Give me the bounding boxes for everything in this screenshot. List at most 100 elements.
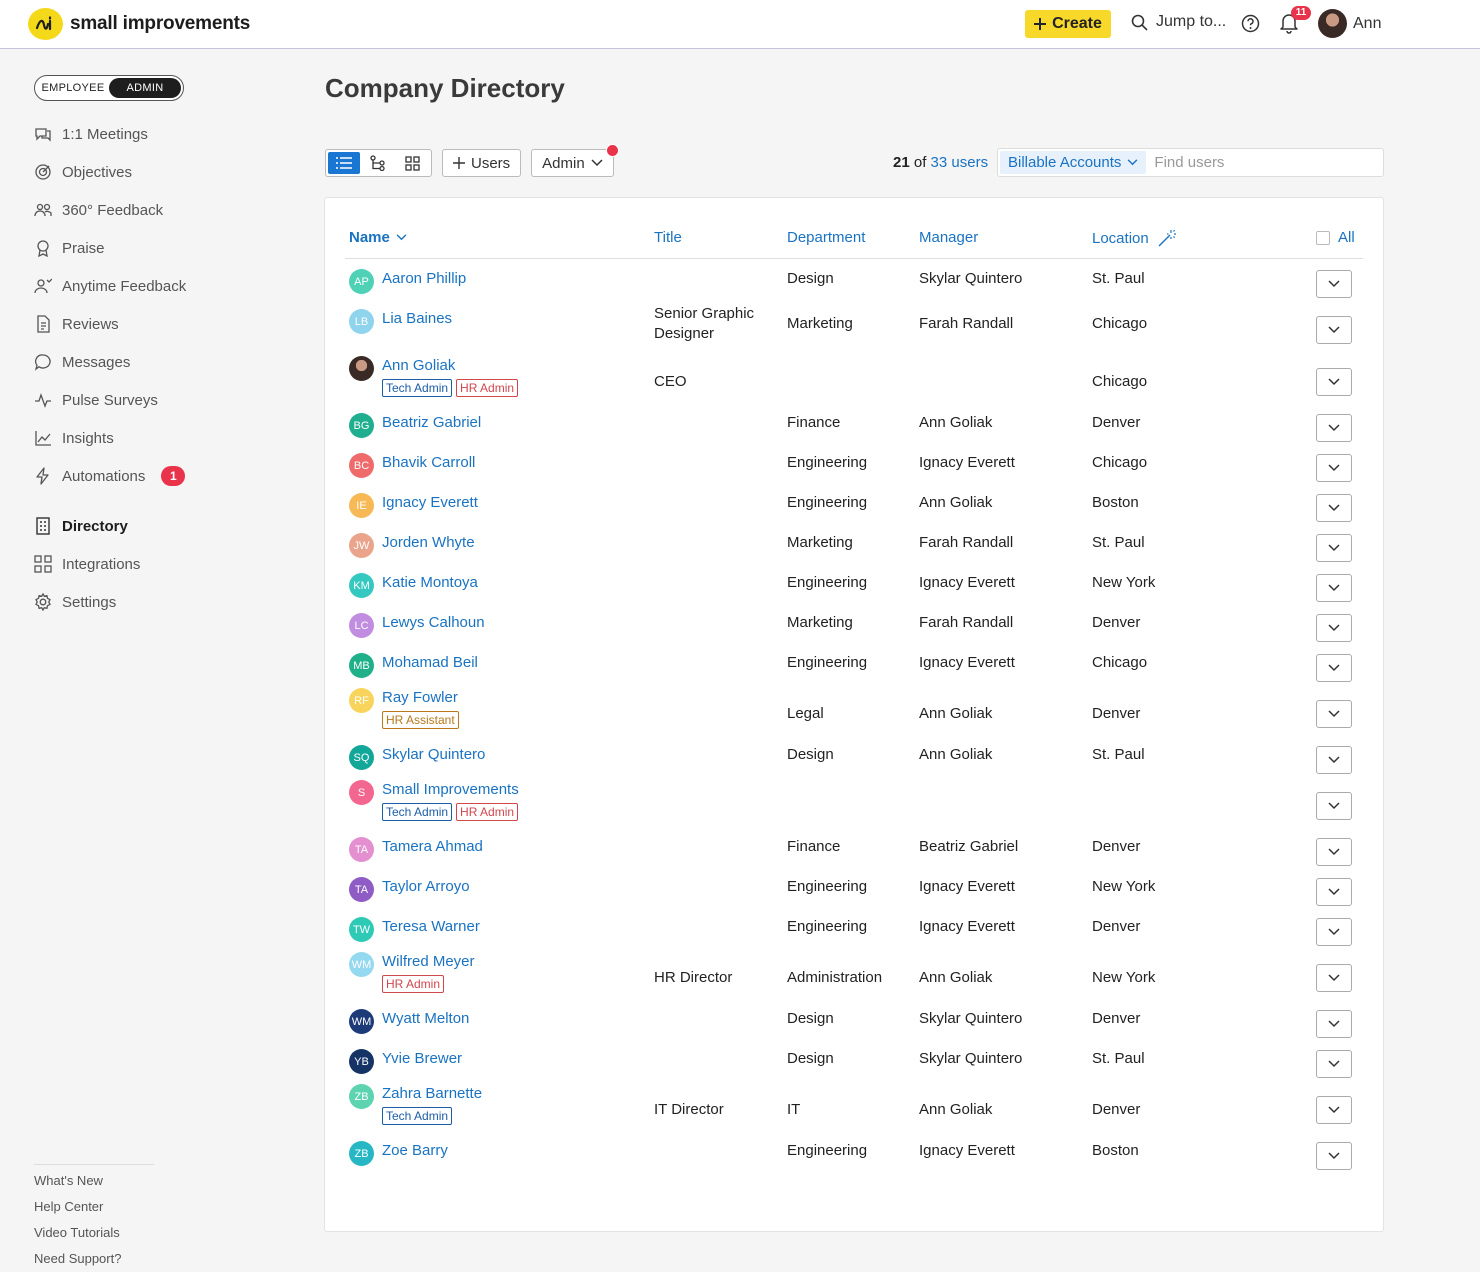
user-name-link[interactable]: Katie Montoya	[382, 573, 478, 593]
sidebar-item-360-feedback[interactable]: 360° Feedback	[34, 191, 186, 229]
department-cell: Engineering	[787, 654, 868, 671]
user-name-link[interactable]: Yvie Brewer	[382, 1049, 462, 1069]
help-center-link[interactable]: Help Center	[34, 1197, 154, 1223]
row-actions-button[interactable]	[1316, 494, 1352, 522]
row-actions-button[interactable]	[1316, 574, 1352, 602]
sidebar-item-1-1-meetings[interactable]: 1:1 Meetings	[34, 115, 186, 153]
row-actions-button[interactable]	[1316, 1010, 1352, 1038]
user-name-link[interactable]: Zahra Barnette	[382, 1084, 482, 1104]
user-name-link[interactable]: Bhavik Carroll	[382, 453, 475, 473]
row-actions-button[interactable]	[1316, 878, 1352, 906]
billable-accounts-filter[interactable]: Billable Accounts	[1000, 151, 1147, 174]
row-actions-button[interactable]	[1316, 414, 1352, 442]
need-support-link[interactable]: Need Support?	[34, 1249, 154, 1272]
magic-wand-icon[interactable]	[1157, 229, 1177, 247]
row-actions-button[interactable]	[1316, 654, 1352, 682]
sidebar-item-label: Messages	[62, 353, 131, 371]
jump-to-search[interactable]: Jump to...	[1131, 13, 1226, 31]
list-view-button[interactable]	[328, 152, 361, 174]
mode-admin[interactable]: ADMIN	[109, 78, 181, 98]
row-actions-button[interactable]	[1316, 368, 1352, 396]
row-actions-button[interactable]	[1316, 792, 1352, 820]
column-location-label: Location	[1092, 229, 1149, 247]
sidebar-item-directory[interactable]: Directory	[34, 507, 186, 545]
row-actions-button[interactable]	[1316, 534, 1352, 562]
table-row: JW Jorden Whyte Marketing Farah Randall St. …	[345, 528, 1363, 568]
row-actions-button[interactable]	[1316, 316, 1352, 344]
row-actions-button[interactable]	[1316, 964, 1352, 992]
chevron-down-icon	[1328, 888, 1340, 896]
row-actions-button[interactable]	[1316, 1142, 1352, 1170]
manager-cell: Ann Goliak	[919, 414, 993, 431]
sidebar-item-settings[interactable]: Settings	[34, 583, 186, 621]
sidebar-item-anytime-feedback[interactable]: Anytime Feedback	[34, 267, 186, 305]
user-name-link[interactable]: Tamera Ahmad	[382, 837, 483, 857]
grid-view-button[interactable]	[397, 152, 429, 174]
user-name-link[interactable]: Small Improvements	[382, 780, 519, 800]
sidebar-item-objectives[interactable]: Objectives	[34, 153, 186, 191]
row-actions-button[interactable]	[1316, 918, 1352, 946]
user-name-link[interactable]: Ray Fowler	[382, 688, 459, 708]
column-location[interactable]: Location	[1092, 229, 1177, 247]
mode-employee[interactable]: EMPLOYEE	[37, 78, 109, 98]
user-name-link[interactable]: Taylor Arroyo	[382, 877, 470, 897]
sidebar-item-pulse-surveys[interactable]: Pulse Surveys	[34, 381, 186, 419]
user-avatar	[1318, 9, 1347, 38]
sidebar-item-label: Integrations	[62, 555, 141, 573]
sidebar-item-integrations[interactable]: Integrations	[34, 545, 186, 583]
column-title[interactable]: Title	[654, 229, 682, 246]
sidebar-item-insights[interactable]: Insights	[34, 419, 186, 457]
sidebar-item-praise[interactable]: Praise	[34, 229, 186, 267]
sidebar-item-automations[interactable]: Automations 1	[34, 457, 186, 495]
location-cell: Chicago	[1092, 454, 1148, 471]
app-logo[interactable]: small improvements	[28, 8, 250, 40]
user-name-link[interactable]: Lia Baines	[382, 309, 452, 329]
user-name-link[interactable]: Jorden Whyte	[382, 533, 475, 553]
user-name-link[interactable]: Wilfred Meyer	[382, 952, 475, 972]
help-icon[interactable]	[1241, 14, 1260, 33]
create-button[interactable]: Create	[1025, 10, 1111, 38]
column-department[interactable]: Department	[787, 229, 865, 246]
chevron-down-icon	[591, 159, 603, 167]
table-row: SQ Skylar Quintero Design Ann Goliak St. Pau…	[345, 740, 1363, 780]
user-count-total-link[interactable]: 33 users	[931, 154, 989, 171]
user-name-link[interactable]: Zoe Barry	[382, 1141, 448, 1161]
whats-new-link[interactable]: What's New	[34, 1171, 154, 1197]
feedback-360-icon	[34, 201, 52, 219]
user-name-link[interactable]: Teresa Warner	[382, 917, 480, 937]
org-chart-view-button[interactable]	[362, 152, 394, 174]
row-actions-button[interactable]	[1316, 454, 1352, 482]
sidebar-item-reviews[interactable]: Reviews	[34, 305, 186, 343]
column-name-label: Name	[349, 229, 390, 246]
user-name-link[interactable]: Skylar Quintero	[382, 745, 485, 765]
user-name-link[interactable]: Aaron Phillip	[382, 269, 466, 289]
row-actions-button[interactable]	[1316, 746, 1352, 774]
column-name[interactable]: Name	[349, 229, 407, 246]
select-all-checkbox[interactable]	[1316, 230, 1330, 245]
sidebar-item-messages[interactable]: Messages	[34, 343, 186, 381]
row-actions-button[interactable]	[1316, 1050, 1352, 1078]
admin-actions-dropdown[interactable]: Admin	[531, 144, 619, 177]
user-name-link[interactable]: Beatriz Gabriel	[382, 413, 481, 433]
column-manager[interactable]: Manager	[919, 229, 978, 246]
video-tutorials-link[interactable]: Video Tutorials	[34, 1223, 154, 1249]
select-all[interactable]: All	[1316, 229, 1355, 246]
row-actions-button[interactable]	[1316, 700, 1352, 728]
manager-cell: Ignacy Everett	[919, 878, 1015, 895]
row-actions-button[interactable]	[1316, 614, 1352, 642]
user-name-link[interactable]: Wyatt Melton	[382, 1009, 469, 1029]
user-name-link[interactable]: Ann Goliak	[382, 356, 518, 376]
add-users-button[interactable]: Users	[442, 149, 522, 177]
row-actions-button[interactable]	[1316, 1096, 1352, 1124]
user-menu[interactable]: Ann	[1318, 9, 1381, 38]
user-name-link[interactable]: Ignacy Everett	[382, 493, 478, 513]
employee-admin-toggle[interactable]: EMPLOYEE ADMIN	[34, 75, 184, 101]
chevron-down-icon	[1328, 756, 1340, 764]
row-actions-button[interactable]	[1316, 270, 1352, 298]
role-badges: Tech Admin HR Admin	[382, 803, 519, 821]
user-name-link[interactable]: Lewys Calhoun	[382, 613, 485, 633]
user-name-link[interactable]: Mohamad Beil	[382, 653, 478, 673]
table-row: KM Katie Montoya Engineering Ignacy Everett…	[345, 568, 1363, 608]
find-users-input[interactable]	[1154, 154, 1355, 171]
row-actions-button[interactable]	[1316, 838, 1352, 866]
